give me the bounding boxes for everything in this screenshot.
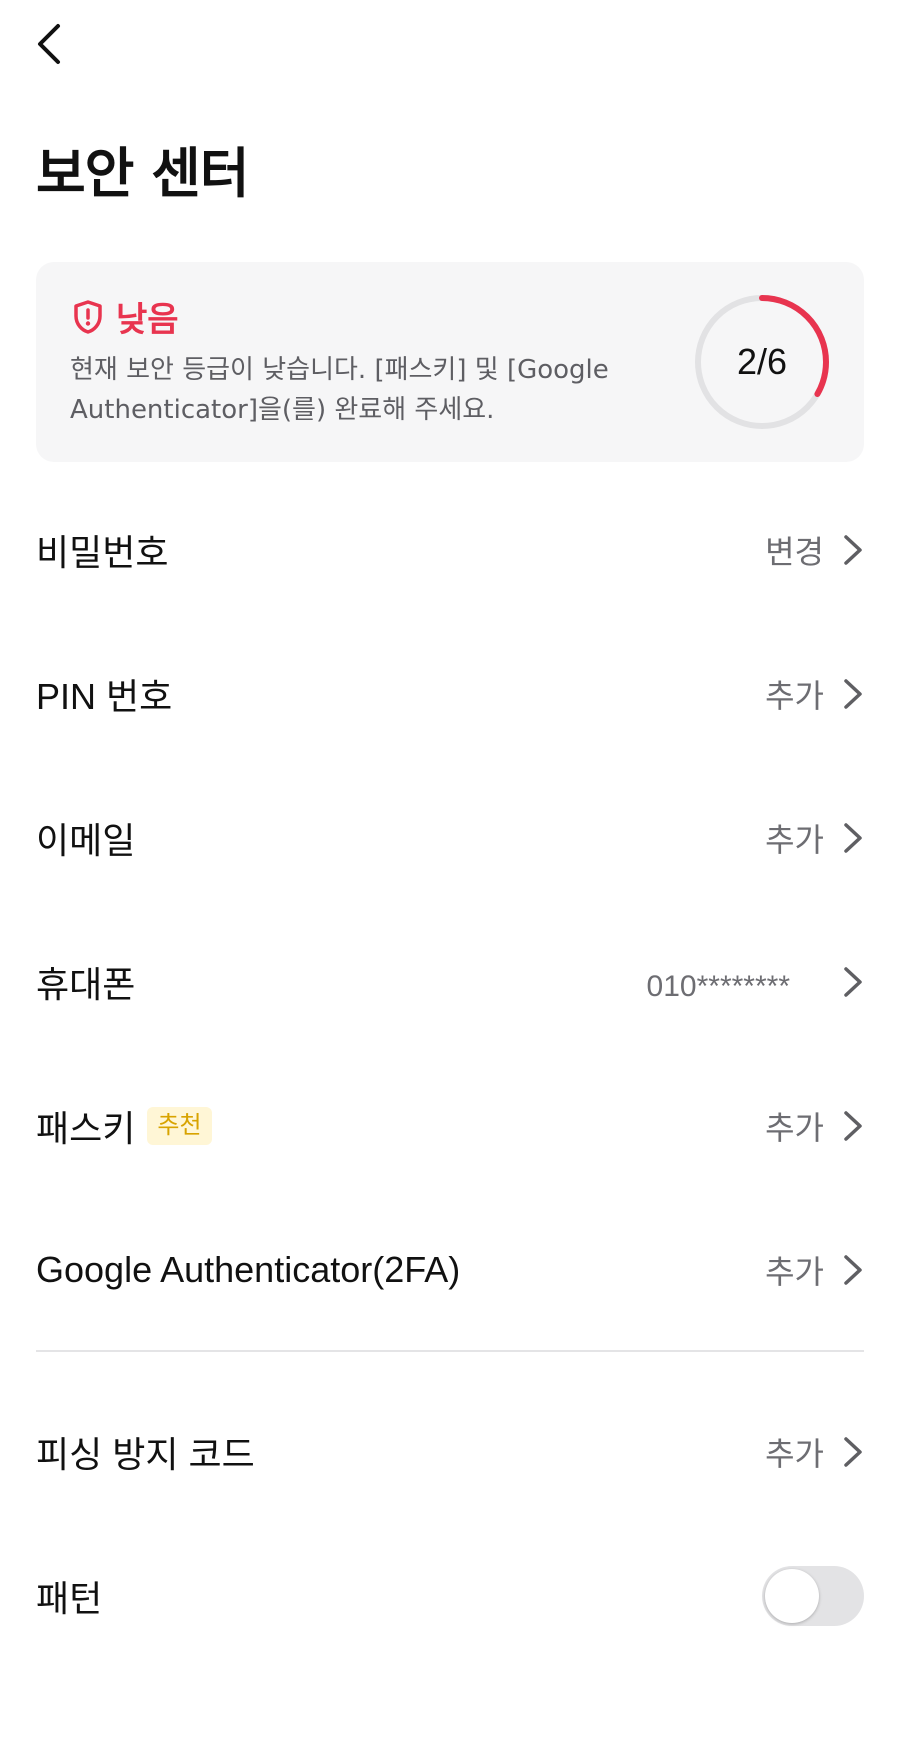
chevron-left-icon [38,24,60,64]
chevron-right-icon [844,967,862,997]
security-settings-list: 비밀번호 변경 PIN 번호 추가 이메일 추가 휴대폰 010********… [0,478,900,1342]
menu-item-label: 피싱 방지 코드 [36,1434,255,1475]
chevron-right-icon [844,1111,862,1141]
menu-item-label: 비밀번호 [36,532,169,573]
page-title: 보안 센터 [36,142,250,205]
menu-item-password[interactable]: 비밀번호 변경 [0,478,900,622]
security-progress-text: 2/6 [736,341,788,382]
menu-item-anti-phishing-code[interactable]: 피싱 방지 코드 추가 [0,1380,900,1524]
chevron-right-icon [844,823,862,853]
security-level-label: 낮음 [116,300,179,340]
chevron-right-icon [844,1255,862,1285]
pattern-toggle[interactable] [762,1566,864,1626]
security-level-card: 낮음 현재 보안 등급이 낮습니다. [패스키] 및 [Google Authe… [36,262,864,462]
menu-item-value: 추가 [765,678,824,714]
menu-item-phone[interactable]: 휴대폰 010******** [0,910,900,1054]
security-level-description: 현재 보안 등급이 낮습니다. [패스키] 및 [Google Authenti… [70,355,609,425]
menu-item-value: 변경 [765,534,824,570]
menu-item-value: 추가 [765,822,824,858]
security-progress-ring: 2/6 [692,292,832,432]
security-level-header: 낮음 [72,292,179,341]
passkey-label-text: 패스키 [36,1108,136,1149]
toggle-knob [765,1569,819,1623]
shield-alert-icon [74,299,102,334]
additional-settings-list: 피싱 방지 코드 추가 패턴 [0,1380,900,1668]
menu-item-label: 패스키 추천 [36,1100,212,1152]
chevron-right-icon [844,679,862,709]
menu-item-passkey[interactable]: 패스키 추천 추가 [0,1054,900,1198]
menu-item-pin[interactable]: PIN 번호 추가 [0,622,900,766]
menu-item-label: PIN 번호 [36,676,173,717]
menu-item-google-authenticator[interactable]: Google Authenticator(2FA) 추가 [0,1198,900,1342]
menu-item-label: 이메일 [36,820,136,861]
chevron-right-icon [844,1437,862,1467]
menu-item-label: 휴대폰 [36,964,136,1005]
menu-item-value: 추가 [765,1254,824,1290]
menu-item-pattern: 패턴 [0,1524,900,1668]
recommended-badge: 추천 [147,1107,212,1145]
chevron-right-icon [844,535,862,565]
section-divider [36,1350,864,1352]
menu-item-email[interactable]: 이메일 추가 [0,766,900,910]
phone-number-value: 010******** [646,970,790,1003]
menu-item-value: 추가 [765,1436,824,1472]
menu-item-value: 추가 [765,1110,824,1146]
back-button[interactable] [36,20,76,68]
menu-item-label: 패턴 [36,1578,103,1619]
menu-item-label: Google Authenticator(2FA) [36,1249,461,1290]
